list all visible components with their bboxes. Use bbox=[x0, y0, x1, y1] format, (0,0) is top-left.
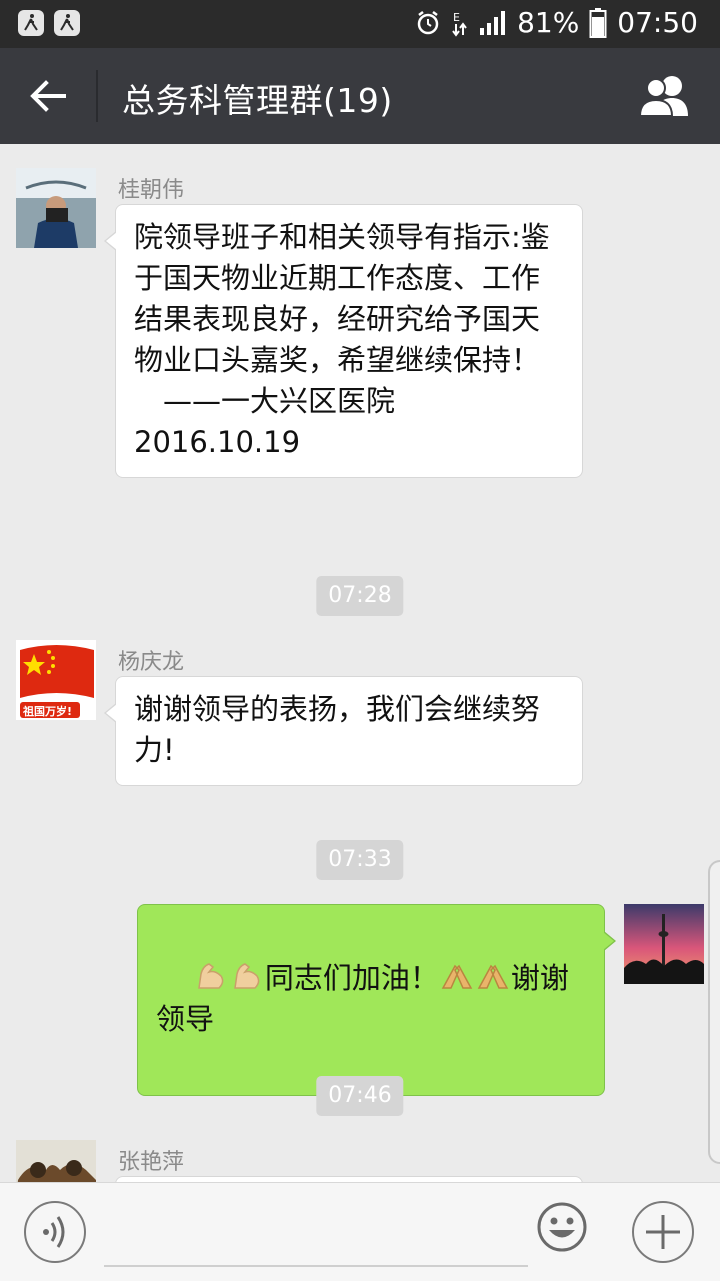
smiley-icon bbox=[537, 1202, 587, 1252]
plus-icon bbox=[646, 1215, 680, 1249]
flexed-biceps-icon bbox=[234, 963, 260, 989]
timestamp: 07:46 bbox=[316, 1076, 404, 1116]
data-icon: E bbox=[451, 9, 469, 37]
emoji-button[interactable] bbox=[536, 1201, 588, 1253]
input-bar bbox=[0, 1182, 720, 1281]
voice-button[interactable] bbox=[24, 1201, 86, 1263]
message-text: 同志们加油！ bbox=[264, 961, 439, 995]
svg-text:祖国万岁!: 祖国万岁! bbox=[22, 704, 72, 718]
own-avatar[interactable] bbox=[624, 904, 704, 984]
header-divider bbox=[96, 70, 98, 122]
message-input[interactable] bbox=[104, 1197, 528, 1267]
chat-title: 总务科管理群(19) bbox=[122, 81, 393, 120]
battery-icon bbox=[589, 7, 607, 38]
avatar[interactable] bbox=[16, 168, 96, 248]
svg-text:E: E bbox=[453, 11, 460, 24]
voice-icon bbox=[43, 1216, 65, 1248]
message-list[interactable]: 桂朝伟 院领导班子和相关领导有指示:鉴于国天物业近期工作态度、工作结果表现良好，… bbox=[0, 144, 720, 1182]
message-bubble[interactable]: 院领导班子和相关领导有指示:鉴于国天物业近期工作态度、工作结果表现良好，经研究给… bbox=[104, 204, 583, 478]
group-info-button[interactable] bbox=[636, 72, 694, 120]
walk-icon bbox=[54, 10, 80, 36]
walk-icon bbox=[18, 10, 44, 36]
folded-hands-icon bbox=[477, 964, 509, 989]
message-bubble[interactable]: 谢谢领导的表扬，我们会继续努力! bbox=[104, 676, 583, 786]
flexed-biceps-icon bbox=[198, 963, 224, 989]
timestamp: 07:33 bbox=[316, 840, 404, 880]
arrow-left-icon bbox=[30, 80, 66, 112]
alarm-icon bbox=[415, 10, 441, 36]
group-members-icon bbox=[638, 76, 688, 117]
fast-scroll-handle[interactable] bbox=[708, 860, 720, 1164]
own-message-bubble[interactable]: 同志们加油！ 谢谢领导 bbox=[137, 904, 616, 1096]
chat-header: 总务科管理群(19) bbox=[0, 48, 720, 144]
avatar[interactable] bbox=[16, 1140, 96, 1182]
status-time: 07:50 bbox=[617, 6, 698, 39]
battery-percent: 81% bbox=[517, 6, 580, 39]
back-button[interactable] bbox=[24, 72, 72, 120]
signal-icon bbox=[479, 10, 507, 36]
sender-name: 杨庆龙 bbox=[118, 650, 185, 675]
sender-name: 张艳萍 bbox=[118, 1150, 185, 1175]
status-bar: E 81% 07:50 bbox=[0, 0, 720, 48]
timestamp: 07:28 bbox=[316, 576, 404, 616]
folded-hands-icon bbox=[441, 964, 473, 989]
sender-name: 桂朝伟 bbox=[118, 178, 185, 203]
avatar[interactable]: 祖国万岁! bbox=[16, 640, 96, 720]
more-button[interactable] bbox=[632, 1201, 694, 1263]
